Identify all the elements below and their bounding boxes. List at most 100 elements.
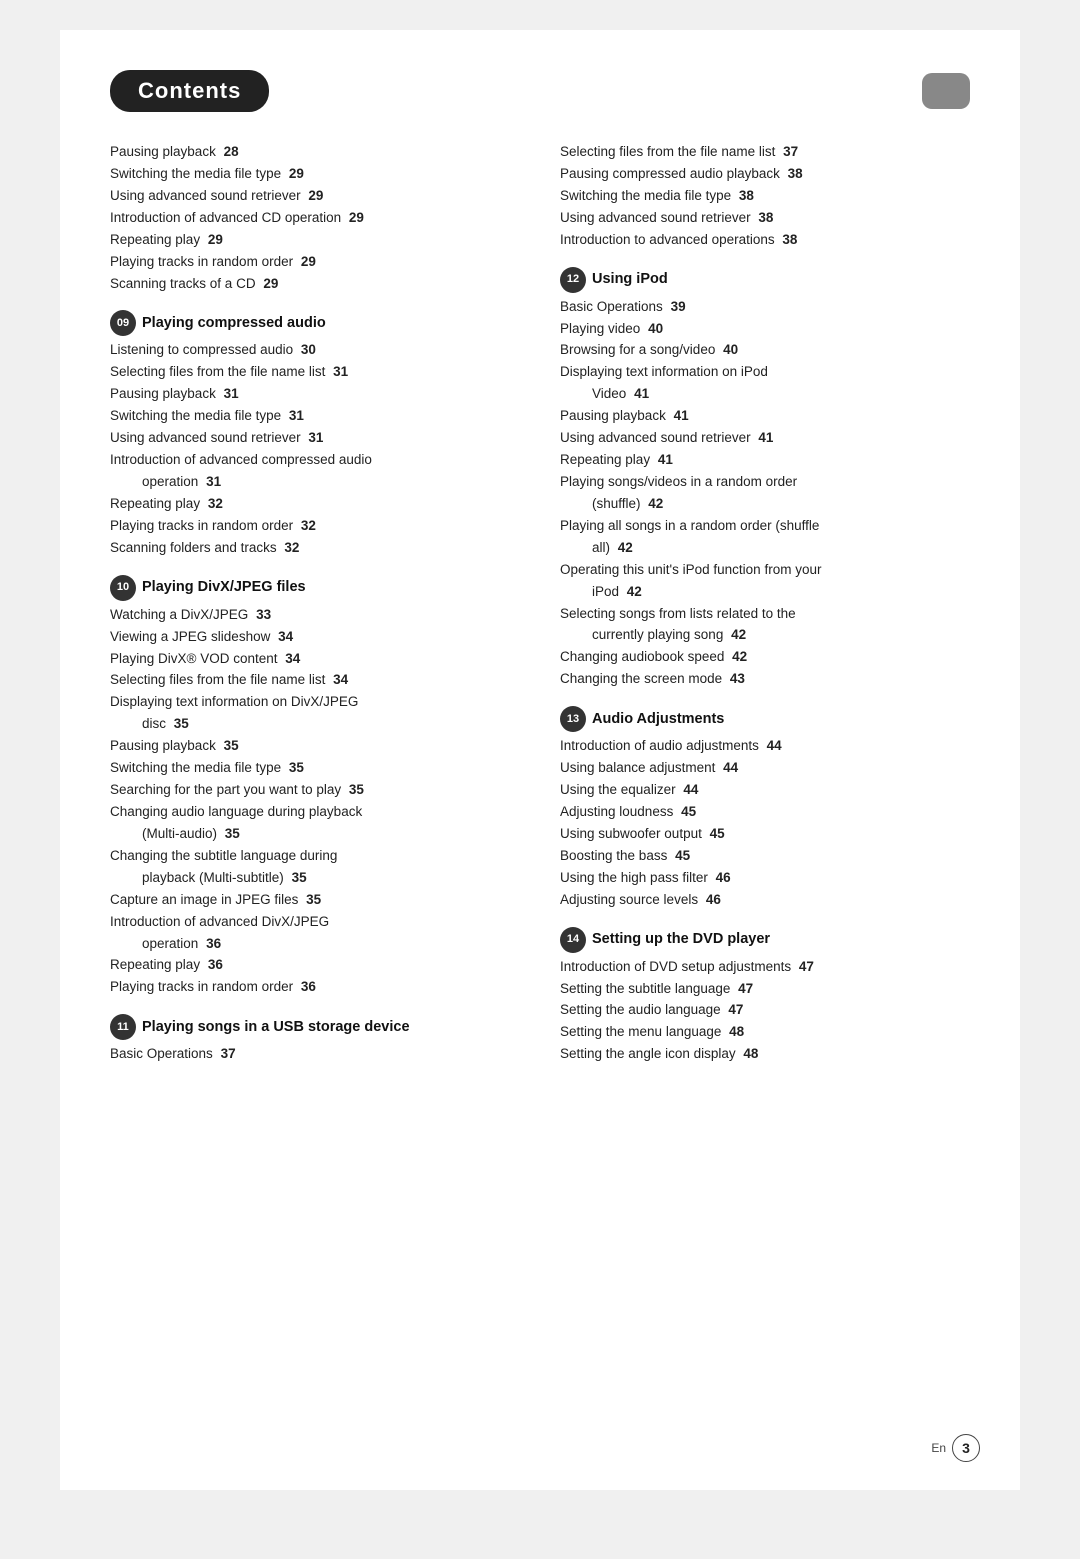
toc-label: Introduction of advanced compressed audi… — [110, 452, 372, 467]
toc-label: Viewing a JPEG slideshow — [110, 629, 270, 644]
toc-page: 39 — [671, 299, 686, 314]
toc-label: Displaying text information on iPod — [560, 364, 768, 379]
toc-label: Operating this unit's iPod function from… — [560, 562, 821, 577]
toc-label: Using the equalizer — [560, 782, 676, 797]
title-bar: Contents — [110, 70, 970, 112]
toc-label: Using advanced sound retriever — [110, 430, 301, 445]
toc-label: Pausing playback — [560, 408, 666, 423]
toc-page: 35 — [306, 892, 321, 907]
section-number: 11 — [110, 1014, 136, 1040]
toc-label: currently playing song — [592, 627, 723, 642]
toc-entry: Changing audiobook speed 42 — [560, 647, 970, 668]
toc-entry: Selecting songs from lists related to th… — [560, 604, 970, 625]
toc-label: Switching the media file type — [110, 166, 281, 181]
toc-page: 44 — [683, 782, 698, 797]
toc-page: 42 — [627, 584, 642, 599]
toc-label: Introduction of advanced CD operation — [110, 210, 341, 225]
toc-page: 29 — [289, 166, 304, 181]
toc-label: Adjusting source levels — [560, 892, 698, 907]
toc-entry: Setting the audio language 47 — [560, 1000, 970, 1021]
toc-page: 31 — [333, 364, 348, 379]
toc-entry: Using advanced sound retriever 38 — [560, 208, 970, 229]
toc-entry: Playing tracks in random order 32 — [110, 516, 520, 537]
toc-entry-indent: iPod 42 — [560, 582, 970, 603]
toc-label: all) — [592, 540, 610, 555]
toc-label: Playing video — [560, 321, 640, 336]
toc-label: (Multi-audio) — [142, 826, 217, 841]
toc-page: 32 — [208, 496, 223, 511]
toc-page: 38 — [782, 232, 797, 247]
section-entries: Basic Operations 39 Playing video 40 Bro… — [560, 297, 970, 691]
toc-label: Basic Operations — [560, 299, 663, 314]
toc-label: disc — [142, 716, 166, 731]
toc-page: 35 — [174, 716, 189, 731]
toc-entry: Playing DivX® VOD content 34 — [110, 649, 520, 670]
toc-entry: Using the high pass filter 46 — [560, 868, 970, 889]
toc-entry: Changing the screen mode 43 — [560, 669, 970, 690]
toc-entry: Adjusting source levels 46 — [560, 890, 970, 911]
toc-label: operation — [142, 936, 198, 951]
right-column: Selecting files from the file name list … — [560, 142, 970, 1066]
toc-entry: Changing the subtitle language during — [110, 846, 520, 867]
toc-entry: Switching the media file type 35 — [110, 758, 520, 779]
toc-label: Setting the subtitle language — [560, 981, 730, 996]
toc-page: 46 — [716, 870, 731, 885]
toc-page: 47 — [738, 981, 753, 996]
left-column: Pausing playback 28 Switching the media … — [110, 142, 520, 1066]
toc-label: Scanning folders and tracks — [110, 540, 277, 555]
pre-section-left: Pausing playback 28 Switching the media … — [110, 142, 520, 294]
toc-entry: Scanning folders and tracks 32 — [110, 538, 520, 559]
toc-entry: Switching the media file type 29 — [110, 164, 520, 185]
pre-section-right: Selecting files from the file name list … — [560, 142, 970, 251]
toc-label: Scanning tracks of a CD — [110, 276, 256, 291]
toc-label: Displaying text information on DivX/JPEG — [110, 694, 358, 709]
toc-label: Selecting files from the file name list — [110, 364, 325, 379]
toc-page: 42 — [731, 627, 746, 642]
toc-page: 35 — [349, 782, 364, 797]
toc-page: 29 — [208, 232, 223, 247]
toc-entry: Introduction of advanced DivX/JPEG — [110, 912, 520, 933]
toc-page: 28 — [224, 144, 239, 159]
toc-page: 43 — [730, 671, 745, 686]
toc-label: Searching for the part you want to play — [110, 782, 341, 797]
toc-label: Pausing playback — [110, 738, 216, 753]
section-header: 14 Setting up the DVD player — [560, 927, 970, 953]
toc-page: 29 — [349, 210, 364, 225]
section-entries: Introduction of audio adjustments 44 Usi… — [560, 736, 970, 910]
toc-label: Setting the audio language — [560, 1002, 721, 1017]
toc-label: Introduction of audio adjustments — [560, 738, 759, 753]
toc-entry: Using advanced sound retriever 29 — [110, 186, 520, 207]
toc-entry-indent: (shuffle) 42 — [560, 494, 970, 515]
toc-entry-indent: operation 36 — [110, 934, 520, 955]
toc-entry: Playing all songs in a random order (shu… — [560, 516, 970, 537]
toc-label: Repeating play — [110, 232, 200, 247]
toc-label: Introduction of advanced DivX/JPEG — [110, 914, 329, 929]
section-header: 12 Using iPod — [560, 267, 970, 293]
toc-page: 31 — [308, 430, 323, 445]
toc-page: 44 — [767, 738, 782, 753]
toc-entry: Introduction of advanced CD operation 29 — [110, 208, 520, 229]
toc-entry: Watching a DivX/JPEG 33 — [110, 605, 520, 626]
toc-entry-indent: currently playing song 42 — [560, 625, 970, 646]
section-title: Playing DivX/JPEG files — [142, 576, 306, 598]
toc-entry: Changing audio language during playback — [110, 802, 520, 823]
toc-page: 42 — [732, 649, 747, 664]
toc-entry: Using subwoofer output 45 — [560, 824, 970, 845]
section-number: 14 — [560, 927, 586, 953]
toc-entry: Displaying text information on DivX/JPEG — [110, 692, 520, 713]
toc-label: (shuffle) — [592, 496, 641, 511]
toc-entry: Searching for the part you want to play … — [110, 780, 520, 801]
toc-page: 36 — [208, 957, 223, 972]
toc-entry: Repeating play 32 — [110, 494, 520, 515]
toc-entry: Using advanced sound retriever 41 — [560, 428, 970, 449]
toc-entry: Viewing a JPEG slideshow 34 — [110, 627, 520, 648]
toc-page: 48 — [729, 1024, 744, 1039]
toc-label: Playing all songs in a random order (shu… — [560, 518, 819, 533]
toc-page: 47 — [799, 959, 814, 974]
toc-page: 45 — [675, 848, 690, 863]
toc-entry: Setting the angle icon display 48 — [560, 1044, 970, 1065]
section-header: 11 Playing songs in a USB storage device — [110, 1014, 520, 1040]
toc-entry: Pausing compressed audio playback 38 — [560, 164, 970, 185]
section-entries: Watching a DivX/JPEG 33 Viewing a JPEG s… — [110, 605, 520, 999]
toc-page: 29 — [263, 276, 278, 291]
